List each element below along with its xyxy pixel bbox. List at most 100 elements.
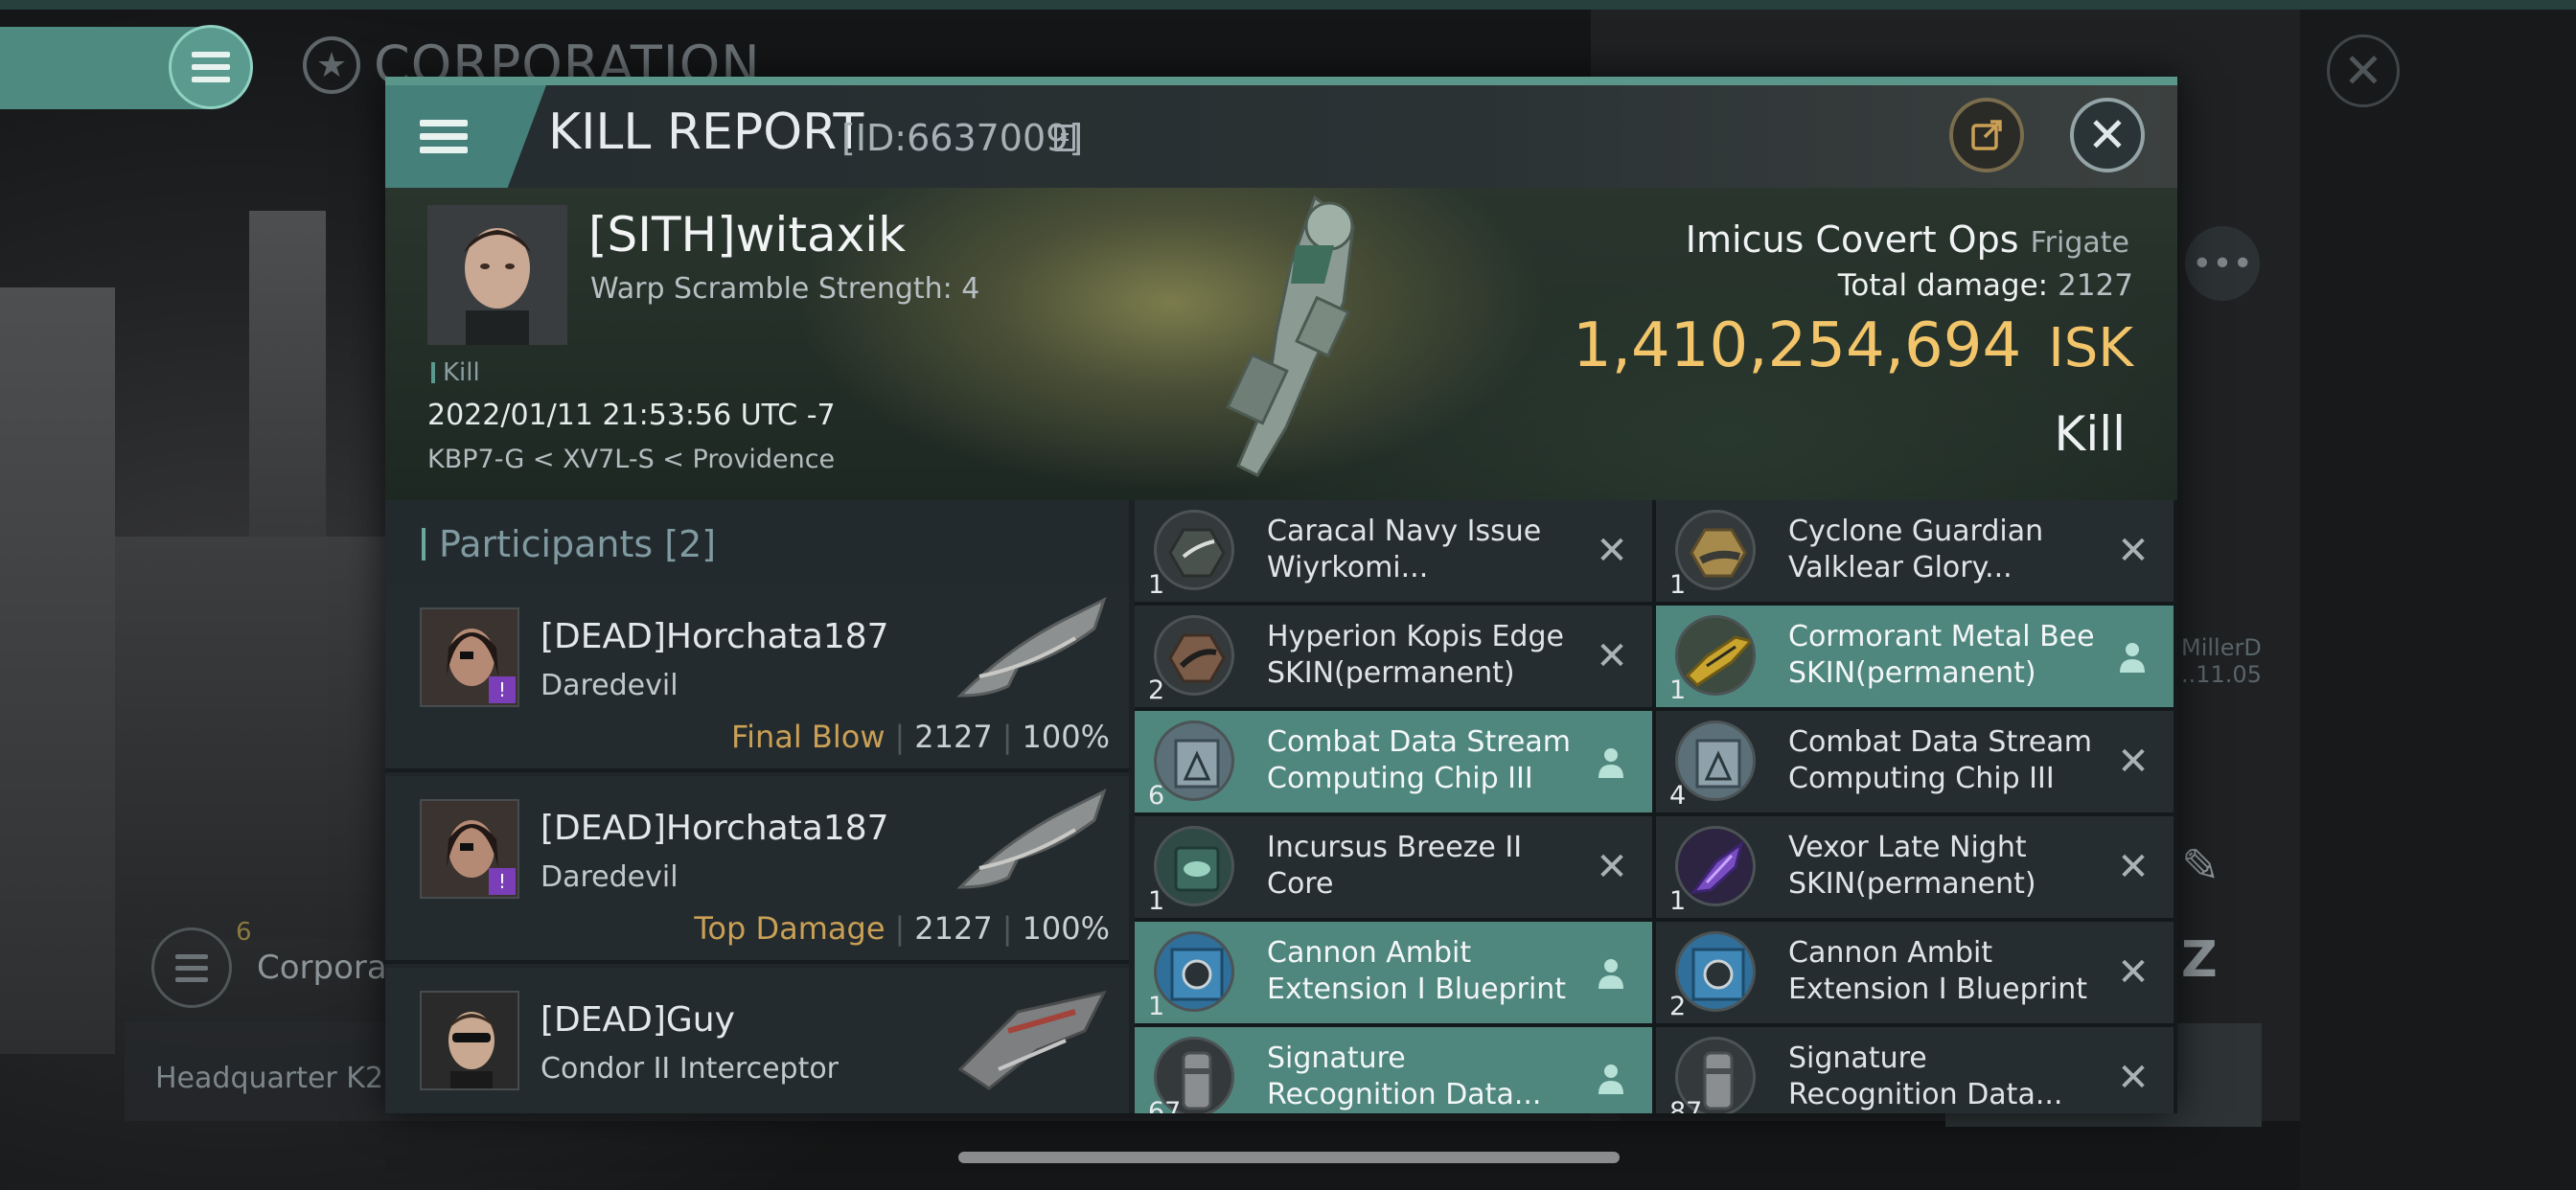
participant-avatar: ! — [420, 607, 519, 707]
menu-icon — [420, 120, 468, 153]
participant-percent: 100% — [1022, 719, 1110, 755]
headquarter-label: Headquarter K25 — [155, 1062, 402, 1095]
station-structure — [0, 287, 115, 1054]
item-quantity: 1 — [1148, 886, 1165, 916]
item-cell[interactable]: 87 Signature Recognition Data... ✕ — [1656, 1027, 2174, 1113]
item-name: Cyclone Guardian Valklear Glory... — [1788, 515, 2044, 584]
item-cell[interactable]: 1 Incursus Breeze II Core ✕ — [1135, 816, 1652, 918]
participant-avatar — [420, 991, 519, 1090]
share-icon — [1971, 120, 2002, 150]
destroyed-icon: ✕ — [1596, 529, 1628, 573]
item-quantity: 87 — [1669, 1097, 1703, 1113]
participant-ship: Daredevil — [540, 860, 678, 894]
destroyed-icon: ✕ — [2117, 529, 2150, 573]
dropped-items-grid: 1 Caracal Navy Issue Wiyrkomi... ✕ 1 Cyc… — [1135, 500, 2177, 1113]
destroyed-icon: ✕ — [2117, 1056, 2150, 1100]
item-cell[interactable]: 1 Cyclone Guardian Valklear Glory... ✕ — [1656, 500, 2174, 602]
home-indicator[interactable] — [958, 1152, 1620, 1163]
edit-icon[interactable]: ✎ — [2181, 839, 2220, 893]
warp-scramble-strength: Warp Scramble Strength: 4 — [590, 272, 980, 306]
blueprint-icon — [1675, 931, 1756, 1012]
item-quantity: 1 — [1148, 570, 1165, 600]
kill-location[interactable]: KBP7-G < XV7L-S < Providence — [427, 445, 835, 474]
participant-ship: Daredevil — [540, 669, 678, 702]
dropped-person-icon — [1598, 1064, 1623, 1094]
background-close-icon[interactable]: ✕ — [2327, 34, 2400, 107]
item-name: Signature Recognition Data... — [1788, 1041, 2063, 1111]
destroyed-icon: ✕ — [1596, 634, 1628, 678]
participant-name: [DEAD]Horchata187 — [540, 809, 889, 848]
more-options-icon[interactable]: ••• — [2185, 226, 2260, 301]
participant-ship-image — [956, 789, 1107, 889]
participant-avatar: ! — [420, 799, 519, 899]
list-icon — [175, 953, 208, 982]
corporation-star-icon: ★ — [303, 36, 360, 94]
victim-avatar[interactable] — [427, 205, 567, 345]
settings-z-icon[interactable]: Z — [2181, 931, 2218, 989]
victim-name[interactable]: [SITH]witaxik — [588, 207, 906, 263]
victim-summary: [SITH]witaxik Warp Scramble Strength: 4 … — [385, 188, 2177, 500]
isk-amount: 1,410,254,694 — [1572, 310, 2022, 381]
copy-icon[interactable] — [1054, 125, 1075, 151]
item-cell[interactable]: 1 Caracal Navy Issue Wiyrkomi... ✕ — [1135, 500, 1652, 602]
station-block — [115, 537, 402, 939]
dropped-person-icon — [1598, 959, 1623, 989]
participant-percent: 100% — [1022, 910, 1110, 947]
item-cell[interactable]: 2 Cannon Ambit Extension I Blueprint ✕ — [1656, 922, 2174, 1023]
item-quantity: 4 — [1669, 781, 1687, 811]
participant-name: [DEAD]Guy — [540, 1000, 735, 1040]
participant-name: [DEAD]Horchata187 — [540, 617, 889, 656]
top-bar — [0, 0, 2576, 10]
item-quantity: 1 — [1148, 992, 1165, 1021]
skin-icon — [1154, 510, 1234, 590]
item-quantity: 1 — [1669, 570, 1687, 600]
participant-damage: 2127 — [914, 910, 993, 947]
pilot-status-icon: ! — [489, 676, 516, 703]
participant-row[interactable]: ! [DEAD]Horchata187 Daredevil Final Blow… — [385, 584, 1129, 772]
participant-ship-image — [957, 990, 1107, 1090]
core-icon — [1154, 826, 1234, 906]
participant-row[interactable]: [DEAD]Guy Condor II Interceptor — [385, 968, 1129, 1113]
corporation-count: 6 — [236, 918, 252, 947]
destroyed-icon: ✕ — [1596, 845, 1628, 889]
item-name: Signature Recognition Data... — [1267, 1041, 1542, 1111]
chip-icon — [1675, 721, 1756, 801]
item-cell[interactable]: 1 Cannon Ambit Extension I Blueprint — [1135, 922, 1652, 1023]
share-button[interactable] — [1949, 98, 2024, 172]
participant-stats: Top Damage | 2127 | 100% — [694, 910, 1110, 947]
item-cell[interactable]: 1 Cormorant Metal Bee SKIN(permanent) — [1656, 606, 2174, 707]
total-damage-label: Total damage: — [1837, 268, 2049, 303]
final-blow-label: Final Blow — [731, 719, 886, 755]
item-cell[interactable]: 67 Signature Recognition Data... — [1135, 1027, 1652, 1113]
kill-datetime: 2022/01/11 21:53:56 UTC -7 — [427, 399, 836, 432]
item-name: Incursus Breeze II Core — [1267, 831, 1523, 901]
close-icon: ✕ — [2087, 107, 2128, 163]
modal-top-accent — [385, 77, 2177, 85]
item-quantity: 6 — [1148, 781, 1165, 811]
item-quantity: 2 — [1148, 675, 1165, 705]
kill-report-modal: KILL REPORT [ID:6637009] ✕ [SITH]witaxik… — [385, 77, 2177, 1113]
dropped-person-icon — [2120, 643, 2145, 673]
main-menu-button[interactable] — [169, 25, 253, 109]
victim-ship[interactable]: Imicus Covert Ops Frigate — [1686, 218, 2129, 261]
item-cell[interactable]: 1 Vexor Late Night SKIN(permanent) ✕ — [1656, 816, 2174, 918]
kill-result: Kill — [2054, 406, 2126, 462]
dropped-person-icon — [1598, 748, 1623, 778]
item-quantity: 1 — [1669, 886, 1687, 916]
right-side-strip — [2300, 10, 2576, 1190]
item-cell[interactable]: 4 Combat Data Stream Computing Chip III … — [1656, 711, 2174, 812]
item-name: Cannon Ambit Extension I Blueprint — [1788, 936, 2088, 1006]
item-cell[interactable]: 6 Combat Data Stream Computing Chip III — [1135, 711, 1652, 812]
item-name: Hyperion Kopis Edge SKIN(permanent) — [1267, 620, 1564, 690]
destroyed-icon: ✕ — [2117, 740, 2150, 784]
skin-icon — [1154, 615, 1234, 696]
top-damage-label: Top Damage — [694, 910, 886, 947]
participant-row[interactable]: ! [DEAD]Horchata187 Daredevil Top Damage… — [385, 776, 1129, 964]
item-name: Vexor Late Night SKIN(permanent) — [1788, 831, 2036, 901]
total-damage: Total damage: 2127 — [1838, 268, 2133, 303]
blueprint-icon — [1154, 931, 1234, 1012]
corporation-menu-button[interactable] — [151, 927, 232, 1008]
close-button[interactable]: ✕ — [2070, 98, 2145, 172]
corporation-label: Corpora — [257, 949, 387, 987]
item-cell[interactable]: 2 Hyperion Kopis Edge SKIN(permanent) ✕ — [1135, 606, 1652, 707]
